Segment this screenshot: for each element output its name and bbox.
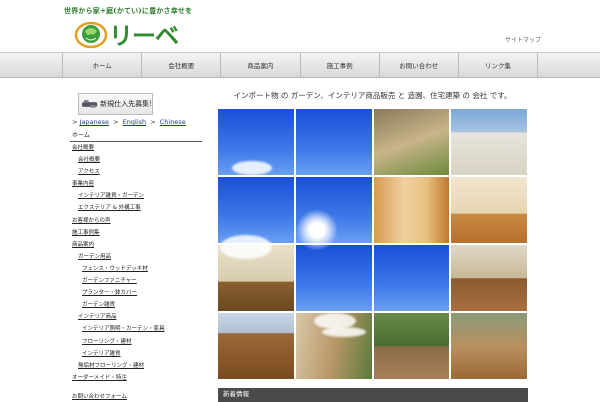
header: 世界から家+庭(かてい)に豊かさ幸せを リーベ サイトマップ bbox=[0, 0, 600, 52]
wood-deck-photo bbox=[218, 313, 294, 379]
recruit-banner[interactable]: 新規仕入先募集! bbox=[78, 93, 153, 115]
sidebar-item-fence-deck[interactable]: フェンス・ウッドデッキ材 bbox=[70, 263, 204, 275]
intro-text: インポート物 の ガーデン、インテリア商品販売 と 造園、住宅建築 の 会社 で… bbox=[233, 90, 512, 100]
dining-room-photo bbox=[218, 245, 294, 311]
sidebar-item-flooring[interactable]: フローリング・建材 bbox=[70, 336, 204, 348]
global-nav: ホーム 会社概要 商品案内 施工事例 お問い合わせ リンク集 bbox=[0, 52, 600, 78]
nav-item-works[interactable]: 施工事例 bbox=[301, 53, 380, 77]
sidebar-item-products[interactable]: 商品案内 bbox=[70, 239, 204, 251]
lang-japanese-link[interactable]: Japanese bbox=[80, 118, 110, 126]
intro-banner: インポート物 の ガーデン、インテリア商品販売 と 造園、住宅建築 の 会社 で… bbox=[218, 85, 527, 105]
garden-deck-photo bbox=[373, 313, 450, 379]
nav-item-links[interactable]: リンク集 bbox=[459, 53, 539, 77]
logo-text[interactable]: リーベ bbox=[109, 16, 179, 51]
sidebar-home-link[interactable]: ホーム bbox=[70, 130, 202, 142]
tagline: 世界から家+庭(かてい)に豊かさ幸せを bbox=[64, 6, 193, 15]
lang-english-link[interactable]: English bbox=[123, 118, 146, 126]
sidebar-item-interior-misc[interactable]: インテリア雑貨 bbox=[70, 348, 204, 360]
sky-photo bbox=[295, 177, 372, 243]
sidebar-item-interior-goods[interactable]: インテリア商品 bbox=[70, 311, 204, 323]
globe-logo-icon[interactable] bbox=[74, 19, 108, 49]
lang-prefix: > bbox=[72, 118, 78, 126]
handshake-icon bbox=[81, 100, 98, 108]
nav-item-home[interactable]: ホーム bbox=[63, 53, 143, 77]
sidebar-item-garden-misc[interactable]: ガーデン雑貨 bbox=[70, 299, 204, 311]
sidebar-item-company[interactable]: 会社概要 bbox=[70, 142, 204, 154]
sidebar-item-exterior[interactable]: エクステリア & 外構工事 bbox=[70, 202, 204, 214]
sky-photo bbox=[295, 109, 372, 175]
sidebar-item-solid-wood[interactable]: 無垢材フローリング・建材 bbox=[70, 360, 204, 372]
sky-photo bbox=[373, 245, 450, 311]
lang-separator: > bbox=[113, 118, 119, 126]
nav-item-contact[interactable]: お問い合わせ bbox=[380, 53, 459, 77]
sidebar-contact-form-link[interactable]: お問い合わせフォーム bbox=[72, 392, 127, 400]
photo-grid bbox=[218, 109, 527, 379]
lang-separator: > bbox=[150, 118, 156, 126]
sidebar-item-voices[interactable]: お客様からの声 bbox=[70, 215, 204, 227]
sitemap-link[interactable]: サイトマップ bbox=[505, 35, 541, 44]
garden-photo bbox=[373, 109, 450, 175]
sidebar-item-planters[interactable]: プランター・鉢カバー bbox=[70, 287, 204, 299]
sidebar-item-works[interactable]: 施工事例集 bbox=[70, 227, 204, 239]
sky-photo bbox=[218, 177, 294, 243]
nav-item-products[interactable]: 商品案内 bbox=[221, 53, 301, 77]
sidebar-item-garden-goods[interactable]: ガーデン用品 bbox=[70, 251, 204, 263]
sidebar-menu: 会社概要 会社概要 アクセス 事業内容 インテリア雑貨・ガーデン エクステリア … bbox=[70, 142, 204, 384]
fence-deck-photo bbox=[295, 313, 372, 379]
interior-hallway-photo bbox=[373, 177, 450, 243]
kitchen-photo bbox=[451, 245, 527, 311]
sidebar-item-company-profile[interactable]: 会社概要 bbox=[70, 154, 204, 166]
sidebar-item-custom[interactable]: オーダーメイド・特注 bbox=[70, 372, 204, 384]
language-switcher: > Japanese > English > Chinese bbox=[72, 118, 186, 126]
sidebar-item-lighting[interactable]: インテリア照明・カーテン・家具 bbox=[70, 323, 204, 335]
recruit-text: 新規仕入先募集! bbox=[100, 100, 152, 108]
sidebar-item-business[interactable]: 事業内容 bbox=[70, 178, 204, 190]
terrace-photo bbox=[451, 313, 527, 379]
sky-photo bbox=[295, 245, 372, 311]
sidebar-item-access[interactable]: アクセス bbox=[70, 166, 204, 178]
interior-room-photo bbox=[451, 177, 527, 243]
nav-item-company[interactable]: 会社概要 bbox=[142, 53, 222, 77]
sidebar-item-garden-furniture[interactable]: ガーデンファニチャー bbox=[70, 275, 204, 287]
sky-photo bbox=[218, 109, 294, 175]
house-photo bbox=[451, 109, 527, 175]
sidebar-item-interior-garden[interactable]: インテリア雑貨・ガーデン bbox=[70, 190, 204, 202]
lang-chinese-link[interactable]: Chinese bbox=[160, 118, 186, 126]
